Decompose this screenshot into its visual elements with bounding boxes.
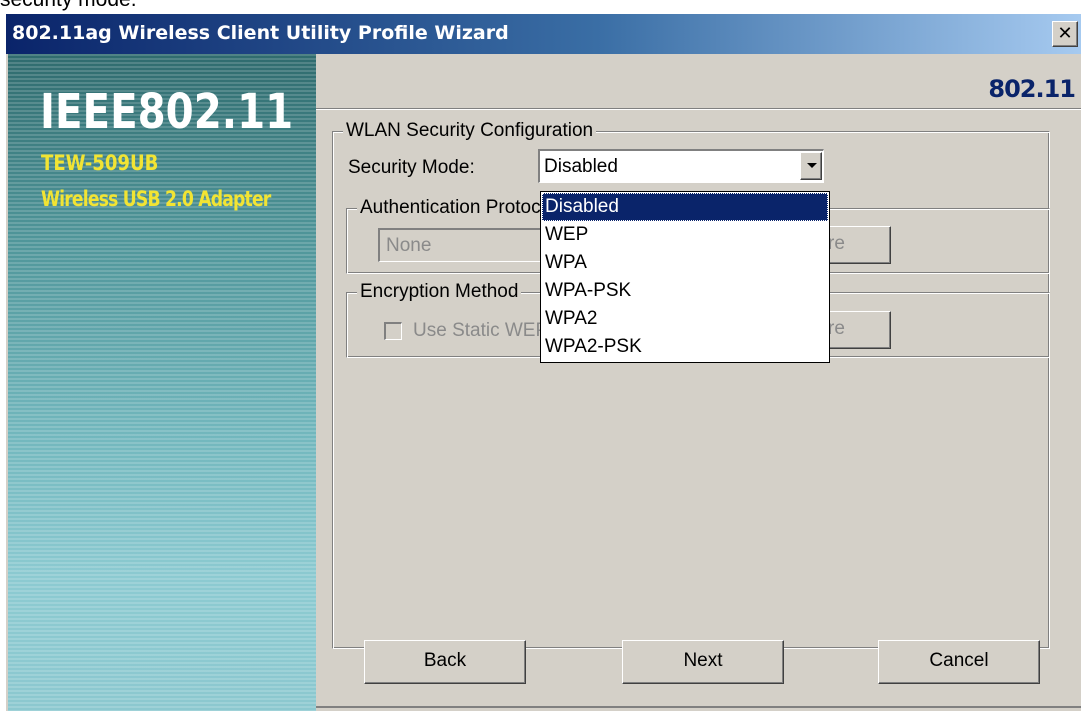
static-wep-checkbox bbox=[384, 322, 402, 340]
next-button[interactable]: Next bbox=[622, 640, 784, 684]
brand-title: IEEE802.11 bbox=[40, 84, 294, 140]
dropdown-option-wpa2[interactable]: WPA2 bbox=[542, 305, 828, 333]
back-button[interactable]: Back bbox=[364, 640, 526, 684]
close-icon: ✕ bbox=[1057, 23, 1073, 44]
brand-model: TEW-509UB bbox=[41, 151, 159, 175]
header-divider bbox=[316, 108, 1081, 110]
authentication-field: None bbox=[378, 228, 548, 262]
window-frame-bottom bbox=[316, 706, 1081, 708]
screen: security mode. 802.11ag Wireless Client … bbox=[0, 0, 1081, 711]
dropdown-option-wep[interactable]: WEP bbox=[542, 221, 828, 249]
window-title: 802.11ag Wireless Client Utility Profile… bbox=[12, 22, 509, 44]
dropdown-option-wpa[interactable]: WPA bbox=[542, 249, 828, 277]
wizard-content: 802.11 WLAN Security Configuration Secur… bbox=[316, 54, 1081, 711]
authentication-legend: Authentication Protocol bbox=[357, 197, 559, 219]
close-button[interactable]: ✕ bbox=[1052, 21, 1078, 47]
dropdown-option-wpa-psk[interactable]: WPA-PSK bbox=[542, 277, 828, 305]
caption-text: security mode. bbox=[0, 0, 137, 11]
dropdown-option-disabled[interactable]: Disabled bbox=[542, 193, 828, 221]
brand-description: Wireless USB 2.0 Adapter bbox=[41, 187, 271, 211]
security-mode-dropdown-list: Disabled WEP WPA WPA-PSK WPA2 WPA2-PSK bbox=[540, 191, 830, 363]
encryption-legend: Encryption Method bbox=[357, 281, 522, 303]
brand-logo: 802.11 bbox=[988, 75, 1076, 103]
sidebar-banner: IEEE802.11 TEW-509UB Wireless USB 2.0 Ad… bbox=[8, 54, 316, 711]
dropdown-option-wpa2-psk[interactable]: WPA2-PSK bbox=[542, 333, 828, 361]
security-mode-select[interactable]: Disabled bbox=[538, 149, 824, 183]
chevron-down-icon[interactable] bbox=[800, 152, 822, 180]
security-mode-value: Disabled bbox=[544, 156, 618, 177]
title-bar: 802.11ag Wireless Client Utility Profile… bbox=[6, 14, 1081, 54]
security-mode-label: Security Mode: bbox=[348, 157, 475, 178]
authentication-configure-button: re bbox=[821, 226, 891, 264]
encryption-configure-button: re bbox=[821, 311, 891, 349]
cancel-button[interactable]: Cancel bbox=[878, 640, 1040, 684]
authentication-value: None bbox=[386, 235, 432, 256]
wlan-security-legend: WLAN Security Configuration bbox=[343, 120, 597, 142]
